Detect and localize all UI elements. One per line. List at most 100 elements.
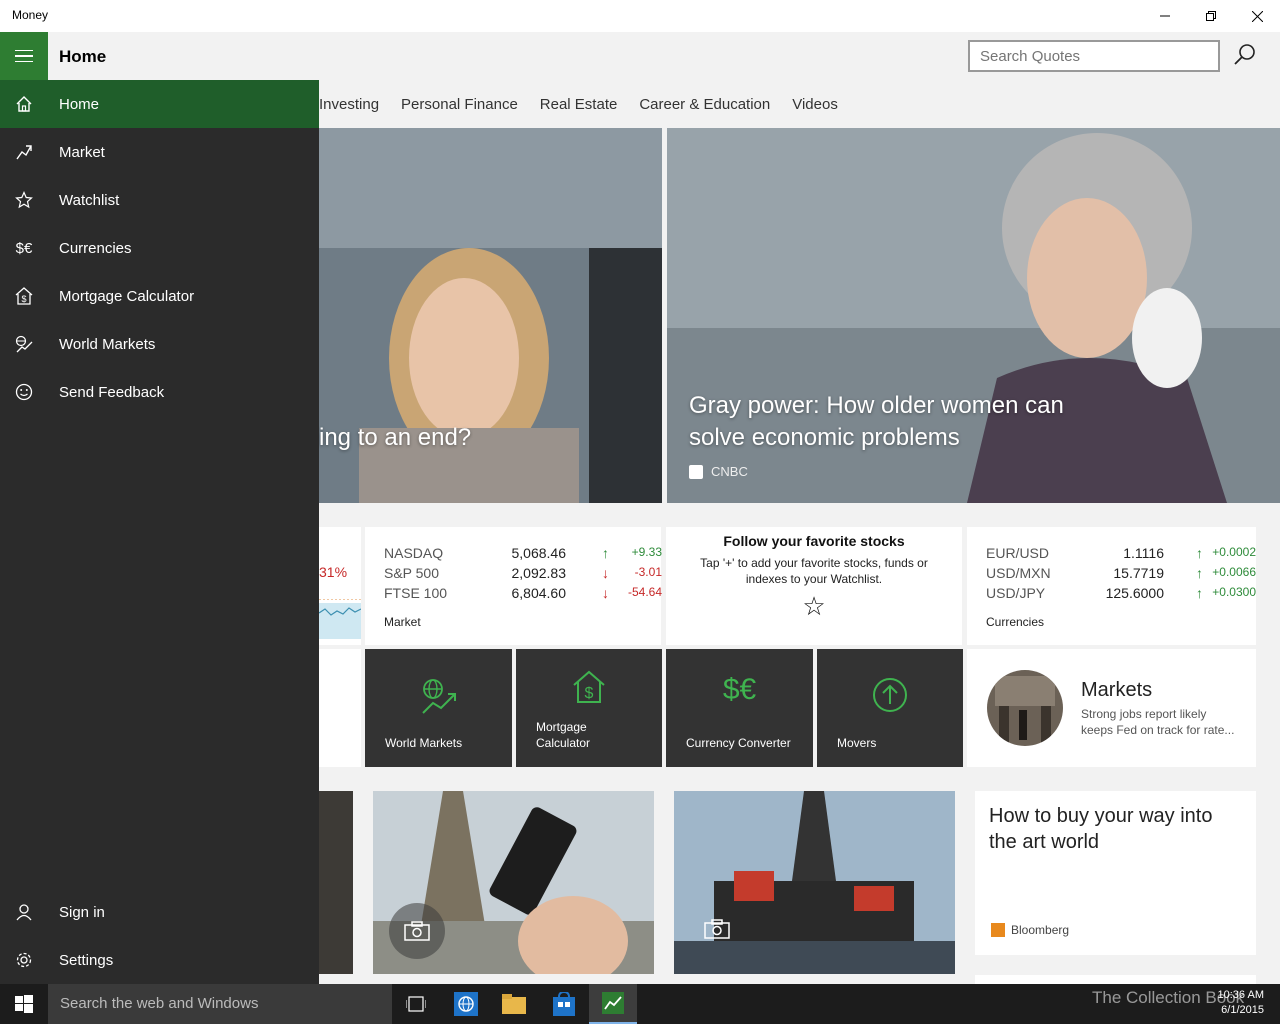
search-quotes-input[interactable] (968, 40, 1220, 72)
hero-title-1: ing to an end? (319, 424, 472, 451)
taskbar-clock[interactable]: 10:36 AM 6/1/2015 (1218, 988, 1264, 1018)
smiley-icon (0, 368, 48, 416)
app-header: Home (0, 32, 1280, 80)
hero-story-1[interactable]: ing to an end? (319, 128, 662, 503)
nav-item-mortgage-calculator[interactable]: $ Mortgage Calculator (0, 272, 319, 320)
index-chart-card[interactable]: 31% (319, 527, 361, 645)
nav-item-settings[interactable]: Settings (0, 936, 319, 984)
person-icon (0, 888, 48, 936)
folder-icon (502, 994, 526, 1014)
title-bar: Money (0, 0, 1280, 32)
close-button[interactable] (1234, 0, 1280, 32)
tab-videos[interactable]: Videos (792, 96, 838, 113)
index-change-percent: 31% (319, 564, 348, 580)
app-title: Money (12, 8, 49, 22)
taskbar-search-box[interactable]: Search the web and Windows (48, 984, 392, 1024)
movers-tile[interactable]: Movers (817, 649, 963, 767)
watchlist-hint: Tap '+' to add your favorite stocks, fun… (700, 556, 928, 586)
tab-real-estate[interactable]: Real Estate (540, 96, 618, 113)
search-icon (1234, 44, 1255, 65)
home-icon (0, 80, 48, 128)
close-icon (1251, 10, 1263, 22)
store-button[interactable] (540, 984, 588, 1024)
news-story-oil-rig[interactable] (674, 791, 955, 974)
edge-browser-button[interactable] (442, 984, 490, 1024)
mortgage-calculator-tile[interactable]: $ Mortgage Calculator (516, 649, 662, 767)
minimize-icon (1160, 15, 1170, 17)
navigation-pane: Home Market Watchlist $€ Currencies $ Mo… (0, 80, 319, 984)
camera-icon (704, 919, 730, 939)
partial-card (319, 649, 361, 767)
markets-news-thumbnail (987, 670, 1063, 746)
quote-row-usdmxn: USD/MXN 15.7719 ↑ +0.0066 (986, 565, 1256, 581)
nav-item-watchlist[interactable]: Watchlist (0, 176, 319, 224)
quote-row-ftse100: FTSE 100 6,804.60 ↓ -54.64 (384, 585, 662, 601)
news-story-art-world[interactable]: How to buy your way into the art world B… (975, 791, 1256, 955)
nav-item-currencies[interactable]: $€ Currencies (0, 224, 319, 272)
hero-source-2: CNBC (689, 464, 748, 479)
taskbar: Search the web and Windows The Collectio… (0, 984, 1280, 1024)
browser-icon (454, 992, 478, 1016)
gear-icon (0, 936, 48, 984)
currency-converter-tile[interactable]: $€ Currency Converter (666, 649, 813, 767)
currency-icon: $€ (722, 673, 757, 706)
quote-row-sp500: S&P 500 2,092.83 ↓ -3.01 (384, 565, 662, 581)
star-icon (0, 176, 48, 224)
currencies-card-label: Currencies (986, 615, 1045, 629)
hamburger-menu-button[interactable] (0, 32, 48, 80)
markets-news-card[interactable]: Markets Strong jobs report likely keeps … (967, 649, 1256, 767)
news-story-paris[interactable] (373, 791, 654, 974)
news-image-partial[interactable] (319, 791, 353, 974)
art-story-source: Bloomberg (991, 923, 1069, 937)
hero-story-2[interactable]: Gray power: How older women can solve ec… (667, 128, 1280, 503)
windows-logo-icon (15, 995, 33, 1013)
world-markets-tile-label: World Markets (385, 736, 463, 750)
svg-text:$: $ (585, 685, 594, 702)
tab-personal-finance[interactable]: Personal Finance (401, 96, 518, 113)
file-explorer-button[interactable] (490, 984, 538, 1024)
world-markets-tile[interactable]: World Markets (365, 649, 512, 767)
photo-gallery-button[interactable] (389, 903, 445, 959)
search-button[interactable] (1228, 40, 1260, 72)
globe-chart-icon (0, 320, 48, 368)
nav-item-world-markets[interactable]: World Markets (0, 320, 319, 368)
currencies-card[interactable]: EUR/USD 1.1116 ↑ +0.0002 USD/MXN 15.7719… (967, 527, 1256, 645)
nav-item-send-feedback[interactable]: Send Feedback (0, 368, 319, 416)
quote-row-eurusd: EUR/USD 1.1116 ↑ +0.0002 (986, 545, 1256, 561)
market-card[interactable]: NASDAQ 5,068.46 ↑ +9.33 S&P 500 2,092.83… (365, 527, 662, 645)
nav-item-market[interactable]: Market (0, 128, 319, 176)
mortgage-calculator-tile-label: Mortgage Calculator (536, 720, 591, 750)
currency-converter-tile-label: Currency Converter (686, 736, 791, 750)
task-view-button[interactable] (392, 984, 440, 1024)
markets-news-summary: Strong jobs report likely keeps Fed on t… (1081, 707, 1235, 737)
art-story-title: How to buy your way into the art world (989, 805, 1213, 853)
start-button[interactable] (0, 984, 48, 1024)
market-card-label: Market (384, 615, 421, 629)
store-icon (553, 992, 575, 1016)
restore-icon (1206, 11, 1216, 21)
index-sparkline (319, 599, 361, 639)
task-view-icon (406, 996, 426, 1012)
nav-item-sign-in[interactable]: Sign in (0, 888, 319, 936)
watchlist-title: Follow your favorite stocks (723, 533, 905, 549)
house-dollar-icon: $ (0, 272, 48, 320)
globe-chart-icon (421, 679, 456, 714)
news-story-partial (975, 975, 1256, 984)
tab-career-education[interactable]: Career & Education (639, 96, 770, 113)
money-app-button[interactable] (589, 984, 637, 1024)
category-tabs: Investing Personal Finance Real Estate C… (319, 84, 838, 124)
page-title: Home (59, 47, 107, 66)
photo-gallery-button[interactable] (704, 919, 730, 944)
minimize-button[interactable] (1142, 0, 1188, 32)
tab-investing[interactable]: Investing (319, 96, 379, 113)
cnbc-logo-icon (689, 464, 703, 479)
arrow-up-circle-icon (873, 678, 907, 712)
markets-news-title: Markets (1081, 679, 1153, 701)
restore-button[interactable] (1188, 0, 1234, 32)
bloomberg-logo-icon (991, 923, 1005, 937)
movers-tile-label: Movers (837, 736, 877, 750)
money-app-icon (602, 992, 624, 1014)
watchlist-card[interactable]: Follow your favorite stocks Tap '+' to a… (666, 527, 962, 645)
star-icon[interactable]: ☆ (666, 591, 962, 622)
nav-item-home[interactable]: Home (0, 80, 319, 128)
